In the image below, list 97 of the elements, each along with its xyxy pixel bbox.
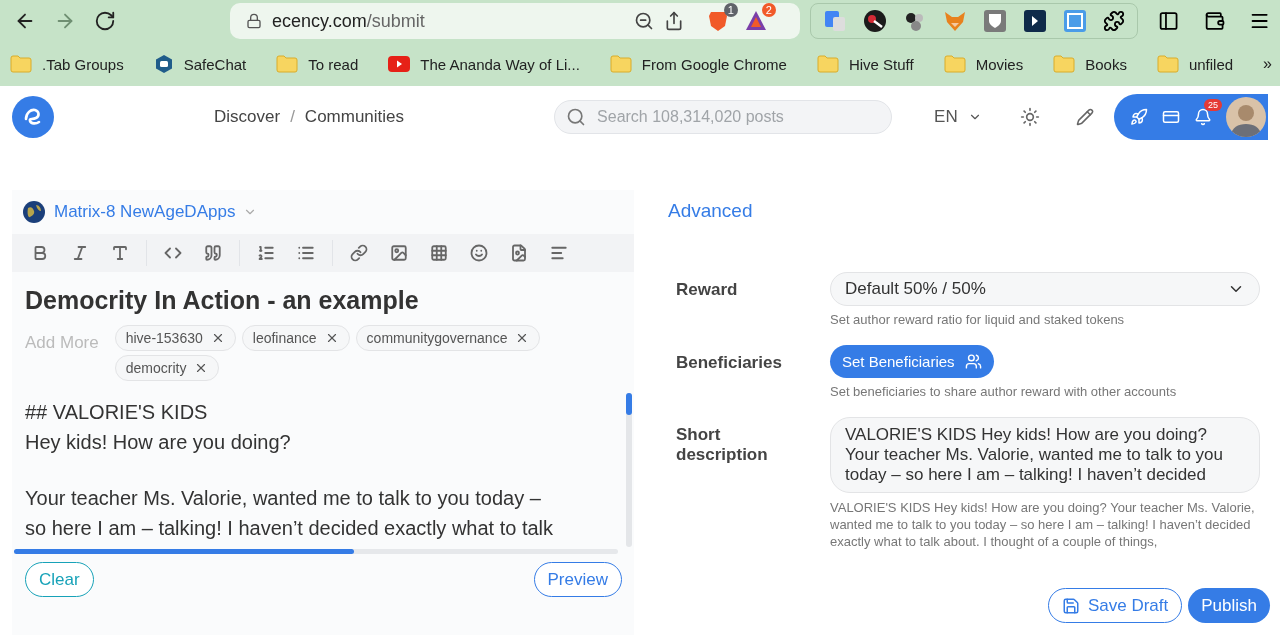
bullet-list-icon xyxy=(297,244,315,262)
field-label: Reward xyxy=(676,279,739,301)
chat-icon xyxy=(153,54,174,74)
sidebar-icon[interactable] xyxy=(1158,10,1180,32)
bookmark-label: The Ananda Way of Li... xyxy=(420,55,580,73)
bookmark-label: Books xyxy=(1085,55,1127,73)
quote-icon xyxy=(204,244,222,262)
bookmark[interactable]: Movies xyxy=(943,55,1024,73)
address-bar[interactable]: ecency.com/submit xyxy=(230,3,694,39)
bookmark-label: Hive Stuff xyxy=(848,55,914,73)
bookmark-label: From Google Chrome xyxy=(641,55,787,73)
bookmark-label: To read xyxy=(308,55,359,73)
gif-file-icon xyxy=(510,244,528,262)
bookmark-label: Movies xyxy=(975,55,1024,73)
emoji-icon xyxy=(470,244,488,262)
table-icon xyxy=(430,244,448,262)
globe-icon xyxy=(22,200,46,224)
bookmark[interactable]: To read xyxy=(276,55,359,73)
bookmark[interactable]: Books xyxy=(1053,55,1127,73)
count-badge: 1 xyxy=(723,3,738,17)
lock-icon xyxy=(246,13,262,29)
wallet-icon[interactable] xyxy=(1203,10,1225,32)
save-draft-button[interactable]: Save Draft xyxy=(1047,588,1183,623)
people-icon xyxy=(964,353,982,370)
url-host: ecency.com xyxy=(272,10,367,32)
heading-icon xyxy=(111,244,129,262)
tag-label: communitygovernance xyxy=(366,330,508,346)
bookmark[interactable]: The Ananda Way of Li... xyxy=(388,55,580,73)
arrow-square-icon[interactable] xyxy=(1023,9,1048,33)
bell-icon xyxy=(1194,108,1212,126)
bookmark[interactable]: SafeChat xyxy=(153,54,247,74)
language-dropdown[interactable]: EN xyxy=(928,106,988,128)
folder-icon xyxy=(1053,55,1076,73)
triangle-icon[interactable] xyxy=(743,9,768,33)
zoom-out-icon[interactable] xyxy=(633,11,654,31)
tag-label: democrity xyxy=(125,360,187,376)
url-path: /submit xyxy=(366,10,425,32)
key-icon[interactable] xyxy=(863,9,888,33)
reload-icon xyxy=(94,10,116,32)
short-description-field[interactable]: VALORIE'S KIDS Hey kids! How are you doing? Your teacher Ms. Valorie, wanted me to talk to you today – so here I am – talking! I haven’t decided xyxy=(830,417,1260,493)
card-icon xyxy=(1162,108,1180,126)
reward-select[interactable]: Default 50% / 50% xyxy=(830,272,1260,306)
wallet-button[interactable] xyxy=(1162,108,1180,126)
field-hint: Set beneficiaries to share author reward with other accounts xyxy=(830,384,1178,399)
rocket-button[interactable] xyxy=(1130,108,1148,126)
link-icon xyxy=(350,244,368,262)
set-beneficiaries-button[interactable]: Set Beneficiaries xyxy=(830,345,994,378)
pencil-icon xyxy=(1075,108,1094,126)
rocket-icon xyxy=(1130,108,1148,126)
bracket-square-icon[interactable] xyxy=(1063,9,1088,33)
play-icon xyxy=(388,56,411,72)
scrollbar-thumb[interactable] xyxy=(14,549,354,554)
publish-button[interactable]: Publish xyxy=(1188,588,1270,623)
bookmark-label: .Tab Groups xyxy=(42,55,124,73)
folder-icon xyxy=(276,55,299,73)
bookmark-label: SafeChat xyxy=(183,55,247,73)
folder-icon xyxy=(10,55,32,73)
folder-icon xyxy=(1156,55,1179,73)
bookmark[interactable]: .Tab Groups xyxy=(10,55,124,73)
extensions-icon[interactable] xyxy=(1103,10,1126,32)
avatar[interactable] xyxy=(1226,97,1266,137)
advanced-heading[interactable]: Advanced xyxy=(668,200,753,222)
bookmark-label: unfiled xyxy=(1188,55,1234,73)
italic-icon xyxy=(71,244,89,262)
notification-count: 25 xyxy=(1204,99,1222,111)
scrollbar-thumb[interactable] xyxy=(626,393,632,415)
description-preview: VALORIE'S KIDS Hey kids! How are you doing? Your teacher Ms. Valorie, wanted me to talk to you today – so here I am – talking! I haven’t decided exactly what to talk about. I thought of a couple of things, xyxy=(830,499,1256,550)
field-hint: Set author reward ratio for liquid and staked tokens xyxy=(830,312,1126,327)
field-label: Beneficiaries xyxy=(676,352,783,374)
bookmark[interactable]: unfiled xyxy=(1156,55,1234,73)
sun-icon xyxy=(1019,107,1040,127)
folder-icon xyxy=(816,55,839,73)
image-icon xyxy=(390,244,408,262)
more-bookmarks-button[interactable]: » xyxy=(1263,55,1272,73)
search-icon xyxy=(566,107,587,127)
translate-icon[interactable] xyxy=(823,9,848,33)
tag-label: leofinance xyxy=(252,330,317,346)
lines-icon xyxy=(550,244,568,262)
notifications-button[interactable] xyxy=(1194,108,1212,126)
search-field[interactable]: Search 108,314,020 posts xyxy=(554,100,893,134)
bookmark[interactable]: Hive Stuff xyxy=(816,55,914,73)
breadcrumb-link[interactable]: Communities xyxy=(304,107,405,127)
logo[interactable] xyxy=(12,96,54,138)
post-title[interactable]: Democrity In Action - an example xyxy=(12,272,634,325)
count-badge: 2 xyxy=(761,3,776,17)
numbered-list-icon xyxy=(257,244,275,262)
shield-icon[interactable] xyxy=(983,9,1008,33)
tag-label: hive-153630 xyxy=(125,330,203,346)
community-selector[interactable]: Matrix-8 NewAgeDApps xyxy=(12,190,268,234)
breadcrumb-link[interactable]: Discover xyxy=(214,107,281,127)
post-body-editor[interactable]: ## VALORIE'S KIDS Hey kids! How are you doing? Your teacher Ms. Valorie, wanted me to talk to you today – so here I am – talking! I haven’t decided exactly what to talk xyxy=(12,389,626,547)
folder-icon xyxy=(609,55,632,73)
preview-button[interactable]: Preview xyxy=(533,562,622,597)
folder-icon xyxy=(943,55,966,73)
field-label: Short description xyxy=(676,424,769,466)
breadcrumb-separator: / xyxy=(290,107,295,127)
bookmark[interactable]: From Google Chrome xyxy=(609,55,787,73)
